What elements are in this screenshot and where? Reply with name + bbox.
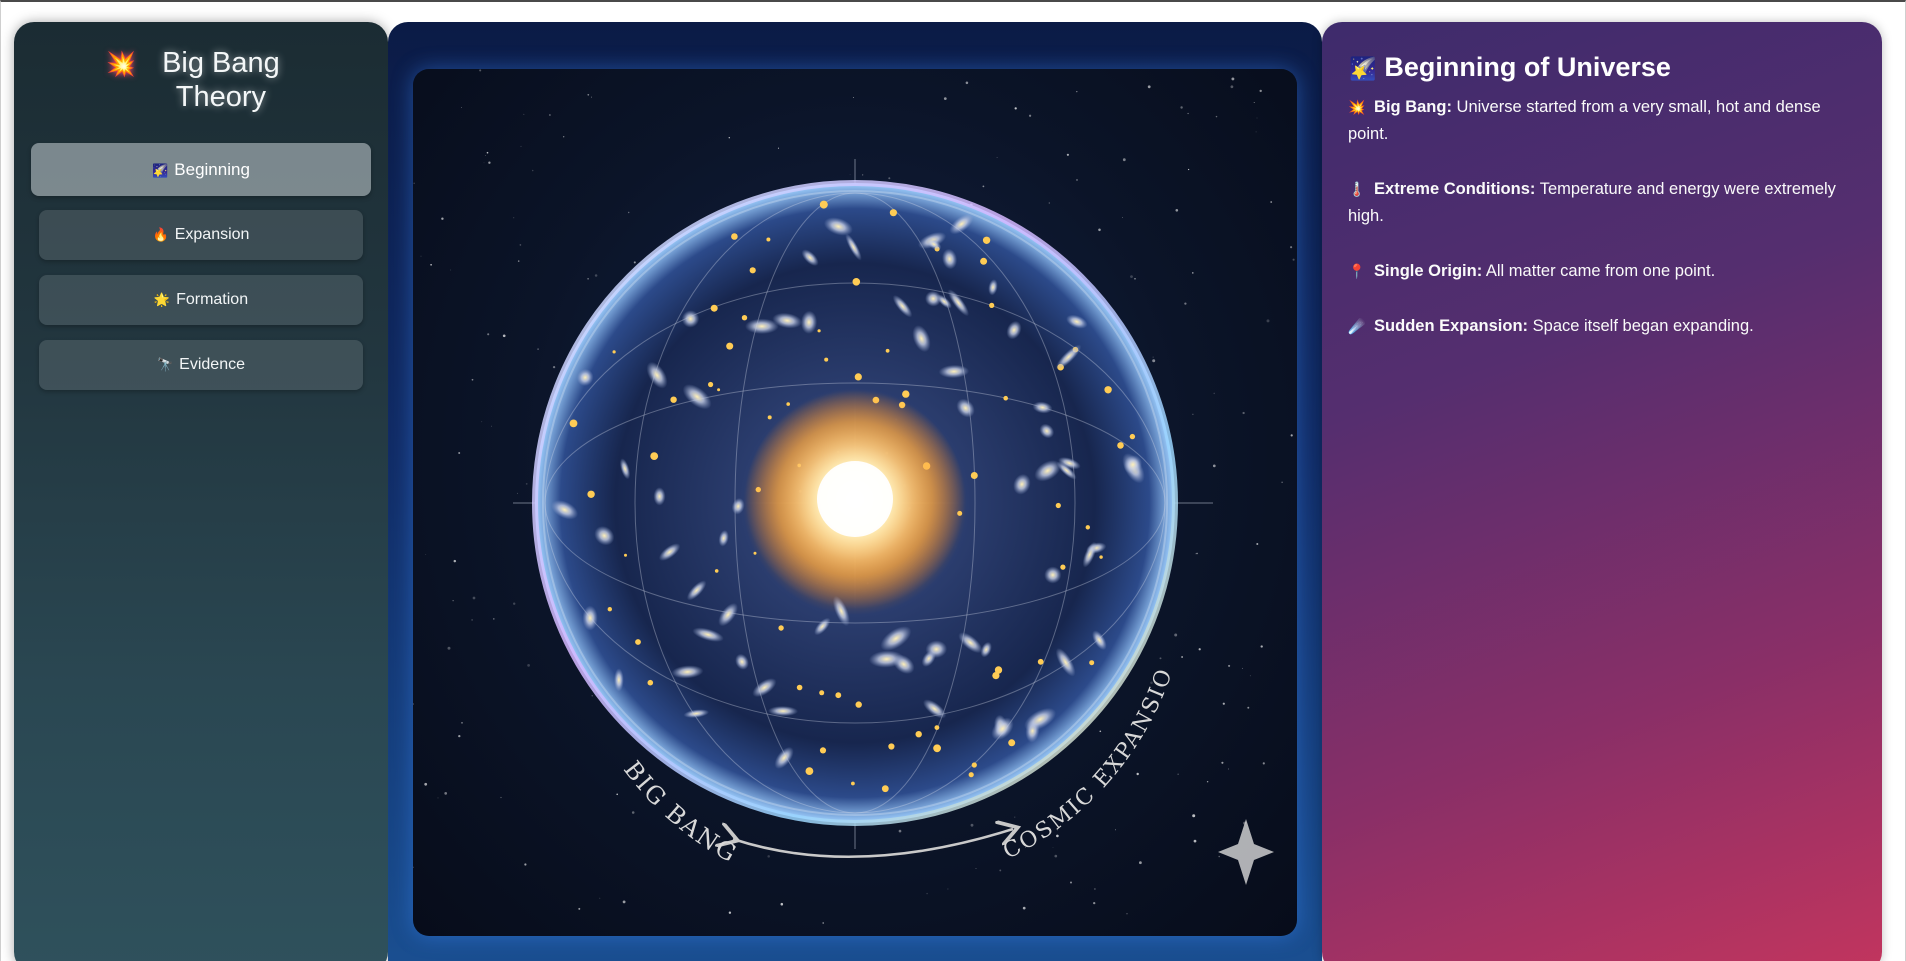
shooting-star-icon: 🌠: [152, 163, 169, 178]
sidebar-title: 💥 Big Bang Theory: [14, 46, 388, 114]
star-icon: 🌟: [153, 292, 171, 307]
info-panel: 🌠 Beginning of Universe 💥 Big Bang: Unive…: [1322, 22, 1882, 961]
sidebar-item-label: Formation: [176, 291, 249, 308]
pin-icon: 📍: [1348, 263, 1366, 279]
universe-sphere-graphic: BIG BANG COSMIC EXPANSION: [413, 69, 1295, 924]
sidebar-item-evidence[interactable]: 🔭 Evidence: [39, 340, 363, 390]
comet-icon: ☄️: [1348, 318, 1366, 334]
explosion-icon: 💥: [1348, 99, 1366, 115]
sidebar-item-label: Expansion: [174, 226, 250, 243]
shooting-star-icon: 🌠: [1349, 56, 1377, 81]
fact-extreme-conditions: 🌡️ Extreme Conditions: Temperature and e…: [1348, 176, 1858, 230]
fact-sudden-expansion: ☄️ Sudden Expansion: Space itself began …: [1348, 313, 1858, 340]
sidebar-title-text: Big Bang Theory: [162, 47, 280, 113]
fact-text: Space itself began expanding.: [1532, 317, 1754, 335]
sidebar-item-label: Beginning: [174, 160, 250, 179]
thermometer-icon: 🌡️: [1348, 181, 1366, 197]
sidebar: 💥 Big Bang Theory 🌠 Beginning 🔥 Expansion 🌟…: [14, 22, 388, 961]
info-title: 🌠 Beginning of Universe: [1349, 50, 1671, 86]
fact-single-origin: 📍 Single Origin: All matter came from on…: [1348, 258, 1858, 285]
sidebar-item-beginning[interactable]: 🌠 Beginning: [31, 143, 371, 196]
info-title-text: Beginning of Universe: [1384, 52, 1671, 82]
fact-heading: Sudden Expansion:: [1374, 317, 1529, 335]
sidebar-item-expansion[interactable]: 🔥 Expansion: [39, 210, 363, 260]
fact-heading: Extreme Conditions:: [1374, 180, 1536, 198]
main-visual-panel: BIG BANG COSMIC EXPANSION: [388, 22, 1322, 961]
fact-heading: Big Bang:: [1374, 98, 1452, 116]
fact-big-bang: 💥 Big Bang: Universe started from a very…: [1348, 94, 1858, 148]
fact-heading: Single Origin:: [1374, 262, 1483, 280]
telescope-icon: 🔭: [156, 357, 174, 372]
fact-text: All matter came from one point.: [1485, 262, 1716, 280]
sidebar-item-label: Evidence: [179, 356, 245, 373]
explosion-icon: 💥: [106, 51, 136, 78]
fire-icon: 🔥: [152, 227, 169, 242]
sidebar-item-formation[interactable]: 🌟 Formation: [39, 275, 363, 325]
universe-illustration: BIG BANG COSMIC EXPANSION: [413, 69, 1297, 936]
